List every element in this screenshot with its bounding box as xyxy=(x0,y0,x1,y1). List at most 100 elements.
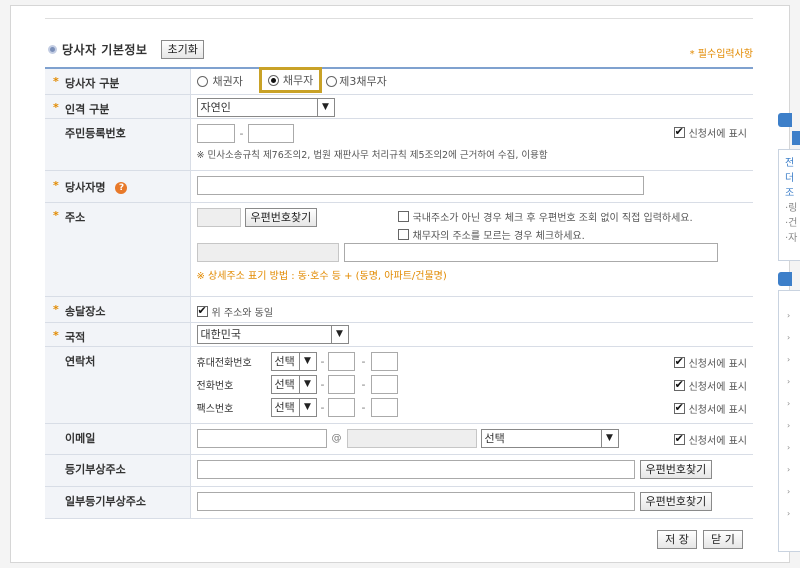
label-cell: * 국적 xyxy=(45,322,191,347)
required-star: * xyxy=(53,75,59,88)
fax-show-label: 신청서에 표시 xyxy=(688,404,747,416)
row-nationality: * 국적 대한민국 ▼ xyxy=(45,322,753,347)
chevron-down-icon: ▼ xyxy=(316,98,334,116)
zip-input[interactable] xyxy=(196,207,241,227)
close-button[interactable]: 닫 기 xyxy=(703,530,743,549)
mobile-mid-input[interactable] xyxy=(328,351,356,371)
fax-prefix-value: 선택 xyxy=(274,401,295,414)
address-main-input[interactable] xyxy=(196,242,339,262)
dash: - xyxy=(361,400,366,414)
chevron-right-icon[interactable]: › xyxy=(787,305,800,327)
unknown-address-label: 채무자의 주소를 모르는 경우 체크하세요. xyxy=(412,230,585,242)
nationality-select[interactable]: 대한민국 ▼ xyxy=(196,324,349,344)
reg-address-label: 등기부상주소 xyxy=(65,462,126,476)
person-type-select[interactable]: 자연인 ▼ xyxy=(196,97,335,117)
mobile-last-input[interactable] xyxy=(371,351,399,371)
name-input[interactable] xyxy=(196,175,644,195)
foreign-address-checkbox[interactable] xyxy=(397,210,409,222)
chevron-right-icon[interactable]: › xyxy=(787,459,800,481)
zip-search-button[interactable]: 우편번호찾기 xyxy=(244,207,318,227)
mobile-prefix-select[interactable]: 선택 ▼ xyxy=(270,351,317,371)
row-contact: 연락처 휴대전화번호 선택 ▼ - - 전화번호 선택 ▼ - - 팩스번호 선… xyxy=(45,346,754,424)
required-note: * 필수입력사항 xyxy=(689,49,753,60)
rrn-front-input[interactable] xyxy=(196,123,235,143)
chevron-down-icon: ▼ xyxy=(298,352,316,370)
value-cell: @ 선택 ▼ 신청서에 표시 xyxy=(190,423,753,455)
label-cell: 이메일 xyxy=(45,423,191,455)
mobile-prefix-value: 선택 xyxy=(274,355,295,368)
email-id-input[interactable] xyxy=(196,428,327,448)
chevron-down-icon: ▼ xyxy=(330,325,348,343)
reg-address-input[interactable] xyxy=(196,459,635,479)
contact-row-phone: 전화번호 선택 ▼ - - xyxy=(197,373,754,396)
partial-reg-address-label: 일부등기부상주소 xyxy=(65,494,146,508)
fax-last-input[interactable] xyxy=(371,397,399,417)
fax-show-checkbox[interactable] xyxy=(673,401,685,414)
partial-reg-zip-search-button[interactable]: 우편번호찾기 xyxy=(639,491,713,511)
fax-mid-input[interactable] xyxy=(328,397,356,417)
partial-reg-address-input[interactable] xyxy=(196,491,635,511)
chevron-right-icon[interactable]: › xyxy=(787,415,800,437)
rrn-label: 주민등록번호 xyxy=(65,126,126,140)
same-address-checkbox[interactable] xyxy=(196,304,208,317)
required-star: * xyxy=(53,328,59,342)
mobile-show-check: 신청서에 표시 xyxy=(673,355,747,370)
contact-label: 연락처 xyxy=(65,354,96,368)
chevron-right-icon[interactable]: › xyxy=(787,349,800,371)
side-tab-top[interactable] xyxy=(778,113,792,127)
chevron-right-icon[interactable]: › xyxy=(787,481,800,503)
chevron-right-icon[interactable]: › xyxy=(787,437,800,459)
radio-third-debtor-label: 제3채무자 xyxy=(339,75,387,88)
chevron-down-icon: ▼ xyxy=(298,398,316,416)
label-cell: 등기부상주소 xyxy=(45,454,191,487)
label-cell: * 주소 xyxy=(45,202,191,297)
mobile-show-checkbox[interactable] xyxy=(673,355,685,368)
side-text: ·건 xyxy=(785,218,798,229)
radio-creditor[interactable] xyxy=(196,75,208,87)
reset-button[interactable]: 초기화 xyxy=(161,40,204,59)
party-form: * 당사자 구분 채권자 채무자 제3채무자 * 인격 구분 자연인 ▼ 주민등록번호 xyxy=(45,67,753,519)
value-cell: 우편번호찾기 xyxy=(190,454,753,487)
fax-prefix-select[interactable]: 선택 ▼ xyxy=(270,397,317,417)
phone-show-check: 신청서에 표시 xyxy=(673,378,747,393)
side-text: 더 xyxy=(785,173,795,184)
phone-show-checkbox[interactable] xyxy=(673,378,685,391)
phone-mid-input[interactable] xyxy=(328,374,356,394)
phone-last-input[interactable] xyxy=(371,374,399,394)
radio-third-debtor[interactable] xyxy=(326,75,338,87)
email-domain-select[interactable]: 선택 ▼ xyxy=(480,428,619,448)
side-tab-bottom[interactable] xyxy=(778,272,792,286)
phone-prefix-select[interactable]: 선택 ▼ xyxy=(270,374,317,394)
save-button[interactable]: 저 장 xyxy=(657,530,697,549)
label-cell: 연락처 xyxy=(45,346,191,424)
email-domain-input[interactable] xyxy=(346,428,477,448)
fax-show-check: 신청서에 표시 xyxy=(673,401,747,416)
mobile-label: 휴대전화번호 xyxy=(196,357,252,369)
chevron-right-icon[interactable]: › xyxy=(787,393,800,415)
address-detail-input[interactable] xyxy=(343,242,718,262)
required-star: * xyxy=(53,100,59,114)
chevron-right-icon[interactable]: › xyxy=(787,503,800,525)
email-show-checkbox[interactable] xyxy=(673,432,685,445)
rrn-back-input[interactable] xyxy=(248,123,295,143)
phone-show-label: 신청서에 표시 xyxy=(688,381,747,393)
phone-label: 전화번호 xyxy=(196,380,234,392)
email-show-check: 신청서에 표시 xyxy=(673,432,747,447)
label-cell: * 당사자명? xyxy=(45,170,191,203)
row-name: * 당사자명? xyxy=(45,170,753,203)
chevron-right-icon[interactable]: › xyxy=(787,371,800,393)
rrn-show-checkbox[interactable] xyxy=(673,125,685,138)
dash: - xyxy=(320,377,325,391)
reg-zip-search-button[interactable]: 우편번호찾기 xyxy=(639,459,713,479)
question-icon[interactable]: ? xyxy=(115,181,128,194)
email-label: 이메일 xyxy=(65,431,96,445)
value-cell: - ※ 민사소송규칙 제76조의2, 법원 재판사무 처리규칙 제5조의2에 근… xyxy=(190,118,753,171)
radio-debtor[interactable] xyxy=(267,74,279,86)
email-domain-value: 선택 xyxy=(484,432,505,445)
side-panel-top: 전 더 조 ·링 ·건 ·자 xyxy=(778,113,800,261)
label-cell: * 당사자 구분 xyxy=(45,68,191,95)
unknown-address-checkbox[interactable] xyxy=(397,228,409,240)
nationality-value: 대한민국 xyxy=(200,328,241,341)
chevron-right-icon[interactable]: › xyxy=(787,327,800,349)
mobile-show-label: 신청서에 표시 xyxy=(688,358,747,370)
